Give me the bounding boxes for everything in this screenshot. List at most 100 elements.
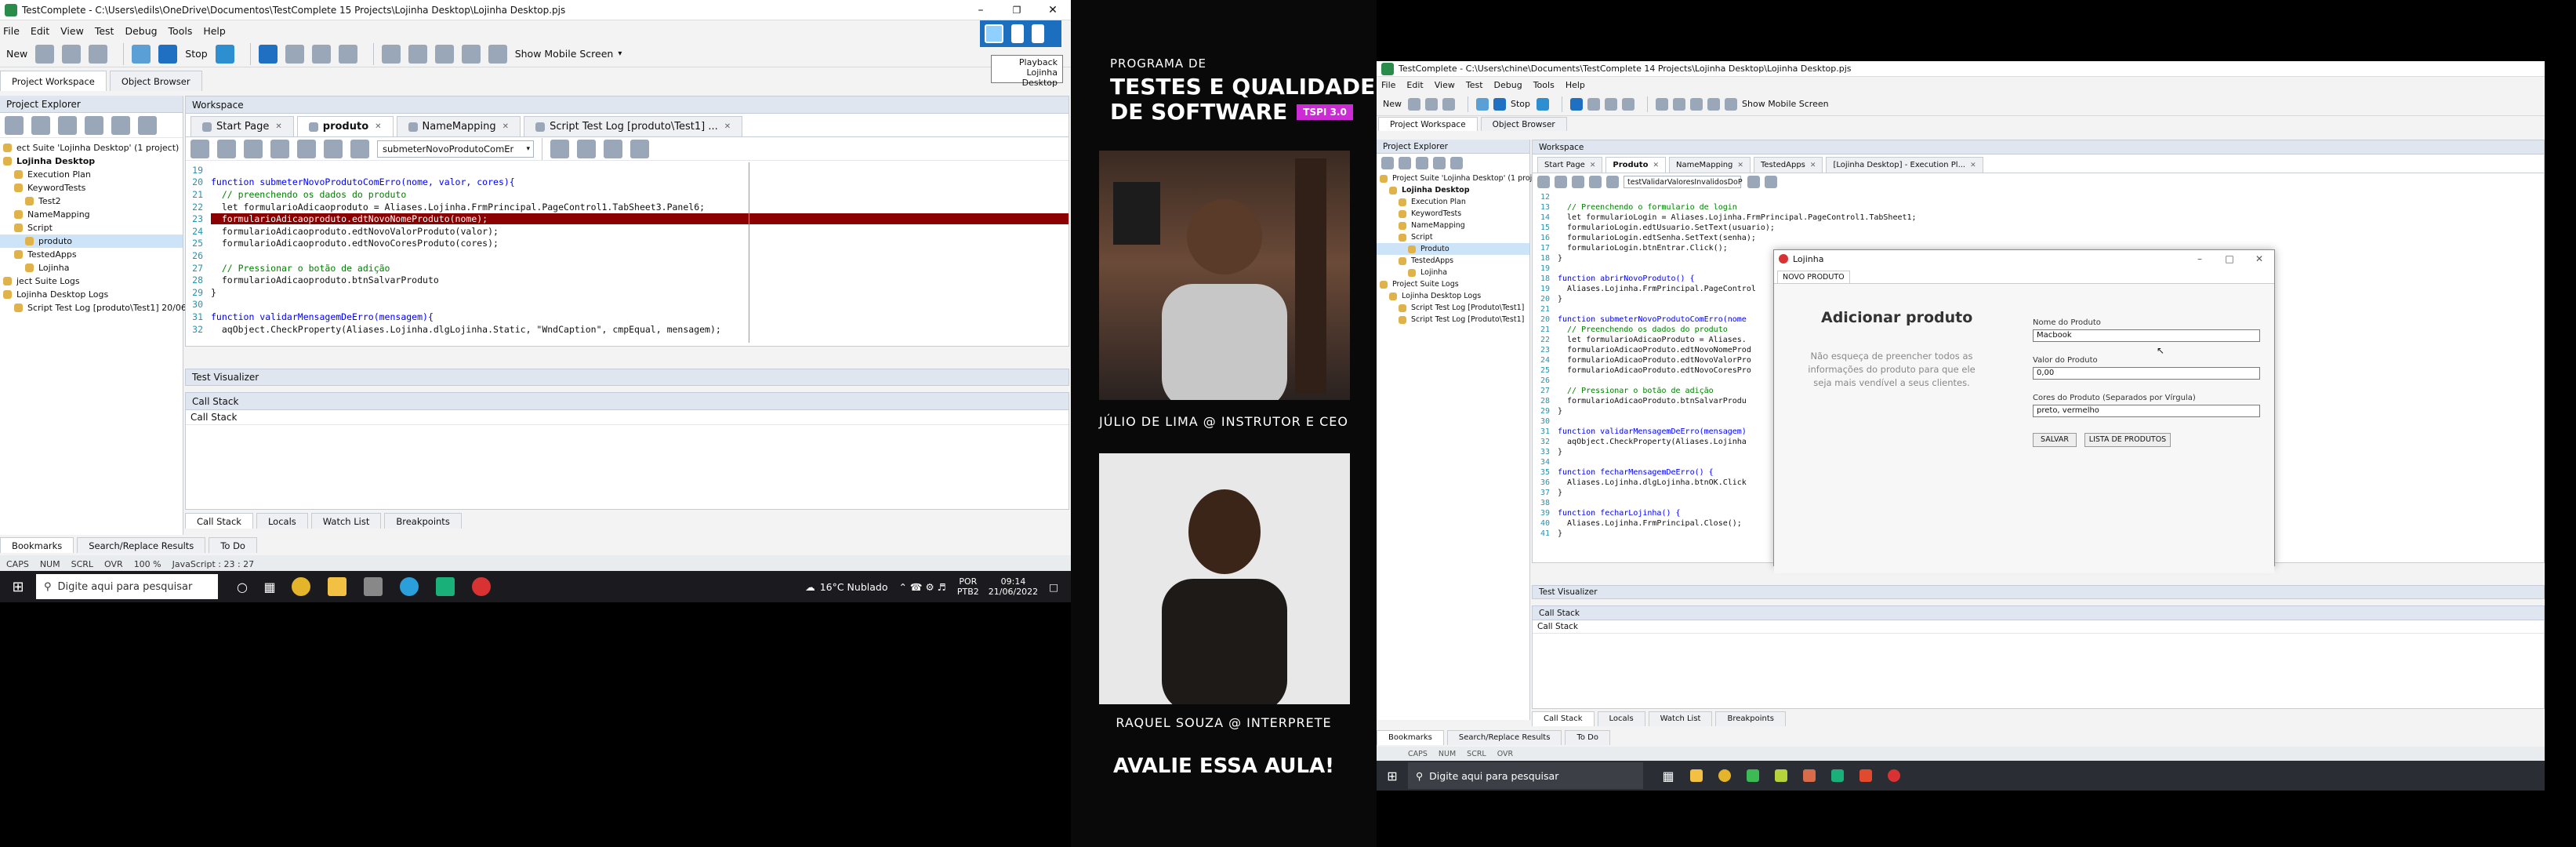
dialog-tab[interactable]: NOVO PRODUTO (1777, 271, 1850, 283)
indent-icon[interactable] (190, 139, 209, 158)
language-layout[interactable]: PTB2 (957, 587, 979, 597)
menu-test[interactable]: Test (1466, 80, 1483, 90)
menu-help[interactable]: Help (1566, 80, 1585, 90)
maximize-button[interactable]: □ (2215, 253, 2244, 264)
bottom-tab[interactable]: Locals (1597, 711, 1645, 726)
value-input[interactable]: 0,00 (2033, 367, 2260, 380)
bottom-tab[interactable]: Breakpoints (384, 512, 462, 529)
menu-file[interactable]: File (3, 25, 20, 37)
run-item-icon[interactable] (1450, 157, 1463, 169)
save-icon[interactable] (62, 44, 82, 64)
menu-tools[interactable]: Tools (169, 25, 193, 37)
step-over-icon[interactable] (1605, 97, 1618, 111)
save-button[interactable]: SALVAR (2033, 433, 2077, 447)
forward-icon[interactable] (350, 139, 369, 158)
forward-icon[interactable] (1606, 176, 1619, 188)
playback-panel[interactable] (980, 20, 1061, 47)
bottom-tab[interactable]: Watch List (1648, 711, 1713, 726)
tree-item[interactable]: NameMapping (1377, 220, 1529, 231)
back-icon[interactable] (1589, 176, 1602, 188)
close-icon[interactable]: ✕ (275, 122, 281, 131)
file-explorer-icon[interactable] (328, 577, 346, 596)
tree-item[interactable]: Execution Plan (1377, 196, 1529, 208)
chevron-down-icon[interactable]: ▾ (618, 49, 622, 58)
bookmark-icon[interactable] (297, 139, 316, 158)
language[interactable]: POR (957, 576, 979, 587)
bottom-tab[interactable]: Bookmarks (1377, 729, 1444, 745)
menu-view[interactable]: View (60, 25, 84, 37)
tab-project-workspace[interactable]: Project Workspace (1378, 117, 1478, 131)
refresh-icon[interactable] (1433, 157, 1446, 169)
back-icon[interactable] (324, 139, 343, 158)
new-button[interactable]: New (1383, 99, 1402, 109)
show-mobile-screen-button[interactable]: Show Mobile Screen (515, 48, 614, 60)
app4-icon[interactable] (1859, 769, 1872, 782)
settings-icon[interactable] (630, 139, 649, 158)
debug-icon[interactable] (461, 44, 481, 64)
open-icon[interactable] (35, 44, 55, 64)
tree-item[interactable]: Produto (1377, 243, 1529, 255)
editor-tab[interactable]: Start Page ✕ (1537, 157, 1603, 173)
tray-icons[interactable]: ⌃ ☎ ⚙ ♬ (898, 581, 945, 593)
colors-input[interactable]: preto, vermelho (2033, 405, 2260, 417)
chrome-icon[interactable] (292, 577, 310, 596)
bug-icon[interactable] (1690, 97, 1703, 111)
menu-test[interactable]: Test (95, 25, 114, 37)
debug-icon[interactable] (1707, 97, 1721, 111)
editor-tab[interactable]: produto ✕ (296, 116, 394, 136)
bottom-tab[interactable]: Watch List (310, 512, 382, 529)
tree-item[interactable]: produto (0, 234, 183, 248)
tab-object-browser[interactable]: Object Browser (1480, 117, 1567, 131)
editor-tab[interactable]: TestedApps ✕ (1753, 157, 1823, 173)
bug-icon[interactable] (434, 44, 454, 64)
tree-item[interactable]: Script Test Log [produto\Test1] 20/06/20… (0, 301, 212, 314)
refresh-icon[interactable] (85, 115, 103, 135)
step-out-icon[interactable] (338, 44, 357, 64)
tree-item[interactable]: Lojinha (1377, 267, 1529, 278)
editor-tab[interactable]: Start Page ✕ (190, 116, 294, 136)
record-panel-icon[interactable] (985, 24, 1003, 43)
menu-file[interactable]: File (1381, 80, 1395, 90)
minimize-button[interactable]: – (2185, 253, 2215, 264)
properties-icon[interactable] (1416, 157, 1428, 169)
bottom-tab[interactable]: Search/Replace Results (1446, 729, 1562, 745)
show-mobile-screen-button[interactable]: Show Mobile Screen (1742, 99, 1829, 109)
editor-tab[interactable]: NameMapping ✕ (396, 116, 521, 136)
comment-icon[interactable] (1572, 176, 1584, 188)
tree-item[interactable]: ect Suite 'Lojinha Desktop' (1 project) (0, 141, 183, 154)
tree-item[interactable]: ject Suite Logs (0, 274, 183, 288)
record-app-icon[interactable] (472, 577, 491, 596)
properties-icon[interactable] (58, 115, 77, 135)
file-explorer-icon[interactable] (1690, 769, 1703, 782)
tree-item[interactable]: Lojinha Desktop (0, 154, 183, 168)
tree-item[interactable]: KeywordTests (1377, 208, 1529, 220)
taskbar-search[interactable]: ⚲ Digite aqui para pesquisar (36, 574, 218, 599)
insert-object-icon[interactable] (577, 139, 596, 158)
step-over-icon[interactable] (311, 44, 331, 64)
tree-item[interactable]: Execution Plan (0, 168, 183, 181)
editor-tab[interactable]: Produto ✕ (1605, 157, 1666, 173)
record-icon[interactable] (215, 44, 234, 64)
windows-start-icon[interactable]: ⊞ (1377, 769, 1408, 783)
checkpoint-icon[interactable] (1673, 97, 1686, 111)
testcomplete-icon[interactable] (1831, 769, 1844, 782)
object-spy-icon[interactable] (1656, 97, 1669, 111)
close-icon[interactable]: ✕ (1970, 162, 1976, 169)
tree-item[interactable]: Project Suite Logs (1377, 278, 1529, 290)
notifications-icon[interactable]: □ (1049, 581, 1058, 593)
stop-label[interactable]: Stop (1511, 99, 1530, 109)
tab-object-browser[interactable]: Object Browser (109, 71, 202, 91)
close-icon[interactable]: ✕ (724, 122, 731, 131)
editor-tab[interactable]: NameMapping ✕ (1668, 157, 1751, 173)
menu-tools[interactable]: Tools (1533, 80, 1555, 90)
task-view-icon[interactable]: ▦ (1653, 769, 1684, 783)
bottom-tab[interactable]: Bookmarks (0, 536, 74, 554)
task-view-icon[interactable]: ▦ (254, 580, 285, 594)
mapping-icon[interactable] (604, 139, 622, 158)
name-input[interactable]: Macbook (2033, 329, 2260, 342)
chrome-icon[interactable] (1718, 769, 1731, 782)
tree-item[interactable]: Lojinha (0, 261, 183, 274)
comment-icon[interactable] (244, 139, 263, 158)
bottom-tab[interactable]: Breakpoints (1715, 711, 1787, 726)
checkpoint-icon[interactable] (408, 44, 427, 64)
